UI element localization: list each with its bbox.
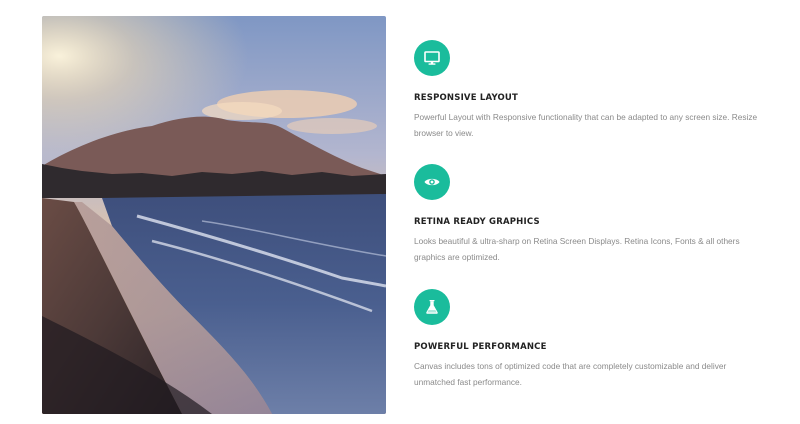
eye-icon [424, 178, 440, 186]
feature-powerful-performance: POWERFUL PERFORMANCE Canvas includes ton… [414, 289, 774, 390]
feature-description: Powerful Layout with Responsive function… [414, 112, 758, 138]
feature-title: RETINA READY GRAPHICS [414, 217, 540, 227]
beach-photo [42, 16, 386, 414]
feature-description: Canvas includes tons of optimized code t… [414, 361, 727, 387]
beach-photo-illustration [42, 16, 386, 414]
feature-retina-graphics: RETINA READY GRAPHICS Looks beautiful & … [414, 164, 774, 265]
feature-icon-circle [414, 40, 450, 76]
monitor-icon [424, 51, 440, 65]
feature-icon-circle [414, 289, 450, 325]
feature-title: RESPONSIVE LAYOUT [414, 93, 519, 103]
feature-responsive-layout: RESPONSIVE LAYOUT Powerful Layout with R… [414, 40, 774, 141]
feature-description: Looks beautiful & ultra-sharp on Retina … [414, 236, 740, 262]
flask-icon [426, 300, 438, 314]
feature-title: POWERFUL PERFORMANCE [414, 342, 547, 352]
feature-icon-circle [414, 164, 450, 200]
